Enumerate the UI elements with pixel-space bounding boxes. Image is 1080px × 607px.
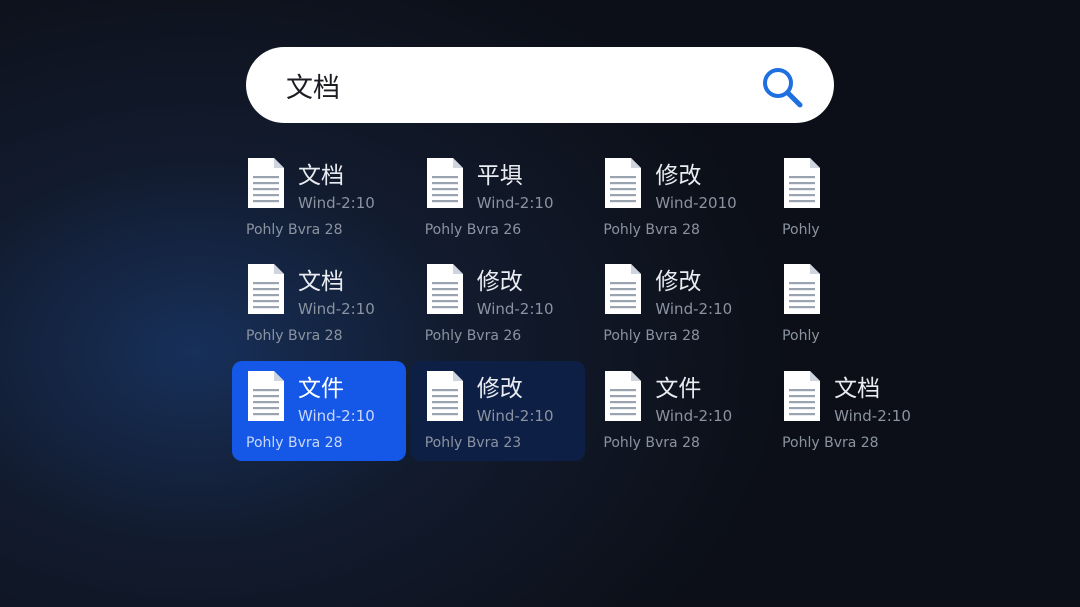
file-owner: Pohly (782, 222, 820, 238)
file-item[interactable]: 文件 Wind-2:10 Pohly Bvra 28 (589, 361, 763, 461)
file-owner: Pohly Bvra 28 (603, 328, 700, 345)
file-item[interactable]: 文档 Wind-2:10 Pohly Bvra 28 (768, 361, 942, 461)
file-item[interactable]: 修改 Wind-2:10 Pohly Bvra 28 (589, 254, 763, 354)
document-icon (603, 156, 643, 210)
file-name: 修改 (655, 269, 702, 296)
file-meta: Wind-2:10 (298, 406, 375, 425)
file-meta: Wind-2:10 (298, 194, 375, 212)
search-input[interactable] (286, 65, 746, 105)
document-icon (425, 156, 465, 210)
file-meta: Wind-2:10 (834, 406, 911, 425)
file-meta: Wind-2:10 (476, 194, 554, 212)
file-owner: Pohly Bvra 23 (424, 434, 522, 451)
file-name: 文件 (655, 375, 702, 402)
file-owner: Pohly Bvra 28 (246, 222, 343, 238)
document-icon (425, 369, 465, 423)
file-name: 文档 (298, 163, 344, 189)
file-name: 修改 (655, 163, 702, 189)
document-icon (246, 369, 286, 423)
file-meta: Wind-2010 (655, 194, 737, 212)
search-icon[interactable] (760, 65, 804, 109)
file-owner: Pohly Bvra 28 (603, 434, 700, 451)
file-item[interactable]: 文档 Wind-2:10 Pohly Bvra 28 (232, 148, 406, 248)
search-results-grid: 文档 Wind-2:10 Pohly Bvra 28 平埧 Wind-2:10 Pohl… (232, 148, 1080, 588)
file-owner: Pohly Bvra 28 (246, 434, 343, 451)
document-icon (603, 369, 643, 423)
file-name: 修改 (476, 269, 523, 296)
search-bar[interactable] (246, 47, 834, 123)
file-item[interactable]: 文档 Wind-2:10 Pohly Bvra 28 (232, 254, 406, 354)
file-item[interactable]: 修改 Wind-2010 Pohly Bvra 28 (589, 148, 763, 248)
document-icon (782, 156, 822, 210)
file-owner: Pohly Bvra 28 (246, 328, 343, 345)
file-name: 文件 (298, 375, 344, 402)
file-meta: Wind-2:10 (476, 406, 554, 425)
file-item[interactable]: 修改 Wind-2:10 Pohly Bvra 23 (410, 360, 585, 461)
file-name: 文档 (834, 375, 881, 402)
file-item[interactable]: 修改 Wind-2:10 Pohly Bvra 26 (411, 254, 585, 354)
file-owner: Pohly Bvra 28 (603, 222, 700, 238)
document-icon (782, 369, 822, 423)
file-meta: Wind-2:10 (298, 300, 375, 319)
file-owner: Pohly Bvra 26 (424, 222, 522, 238)
file-name: 平埧 (476, 163, 523, 189)
file-item[interactable]: 平埧 Wind-2:10 Pohly Bvra 26 (411, 148, 585, 248)
file-owner: Pohly Bvra 26 (424, 328, 522, 345)
document-icon (425, 262, 465, 316)
document-icon (246, 262, 286, 316)
file-meta: Wind-2:10 (476, 300, 554, 319)
file-meta: Wind-2:10 (655, 300, 733, 319)
file-item[interactable]: Pohly (768, 148, 942, 248)
document-icon (603, 262, 643, 316)
file-owner: Pohly (782, 328, 820, 345)
file-owner: Pohly Bvra 28 (782, 434, 879, 451)
file-item[interactable]: 文件 Wind-2:10 Pohly Bvra 28 (232, 360, 406, 461)
file-item[interactable]: Pohly (768, 254, 942, 354)
document-icon (246, 156, 286, 210)
file-name: 修改 (476, 375, 523, 402)
file-meta: Wind-2:10 (655, 406, 733, 425)
file-name: 文档 (298, 269, 344, 296)
document-icon (782, 262, 822, 316)
